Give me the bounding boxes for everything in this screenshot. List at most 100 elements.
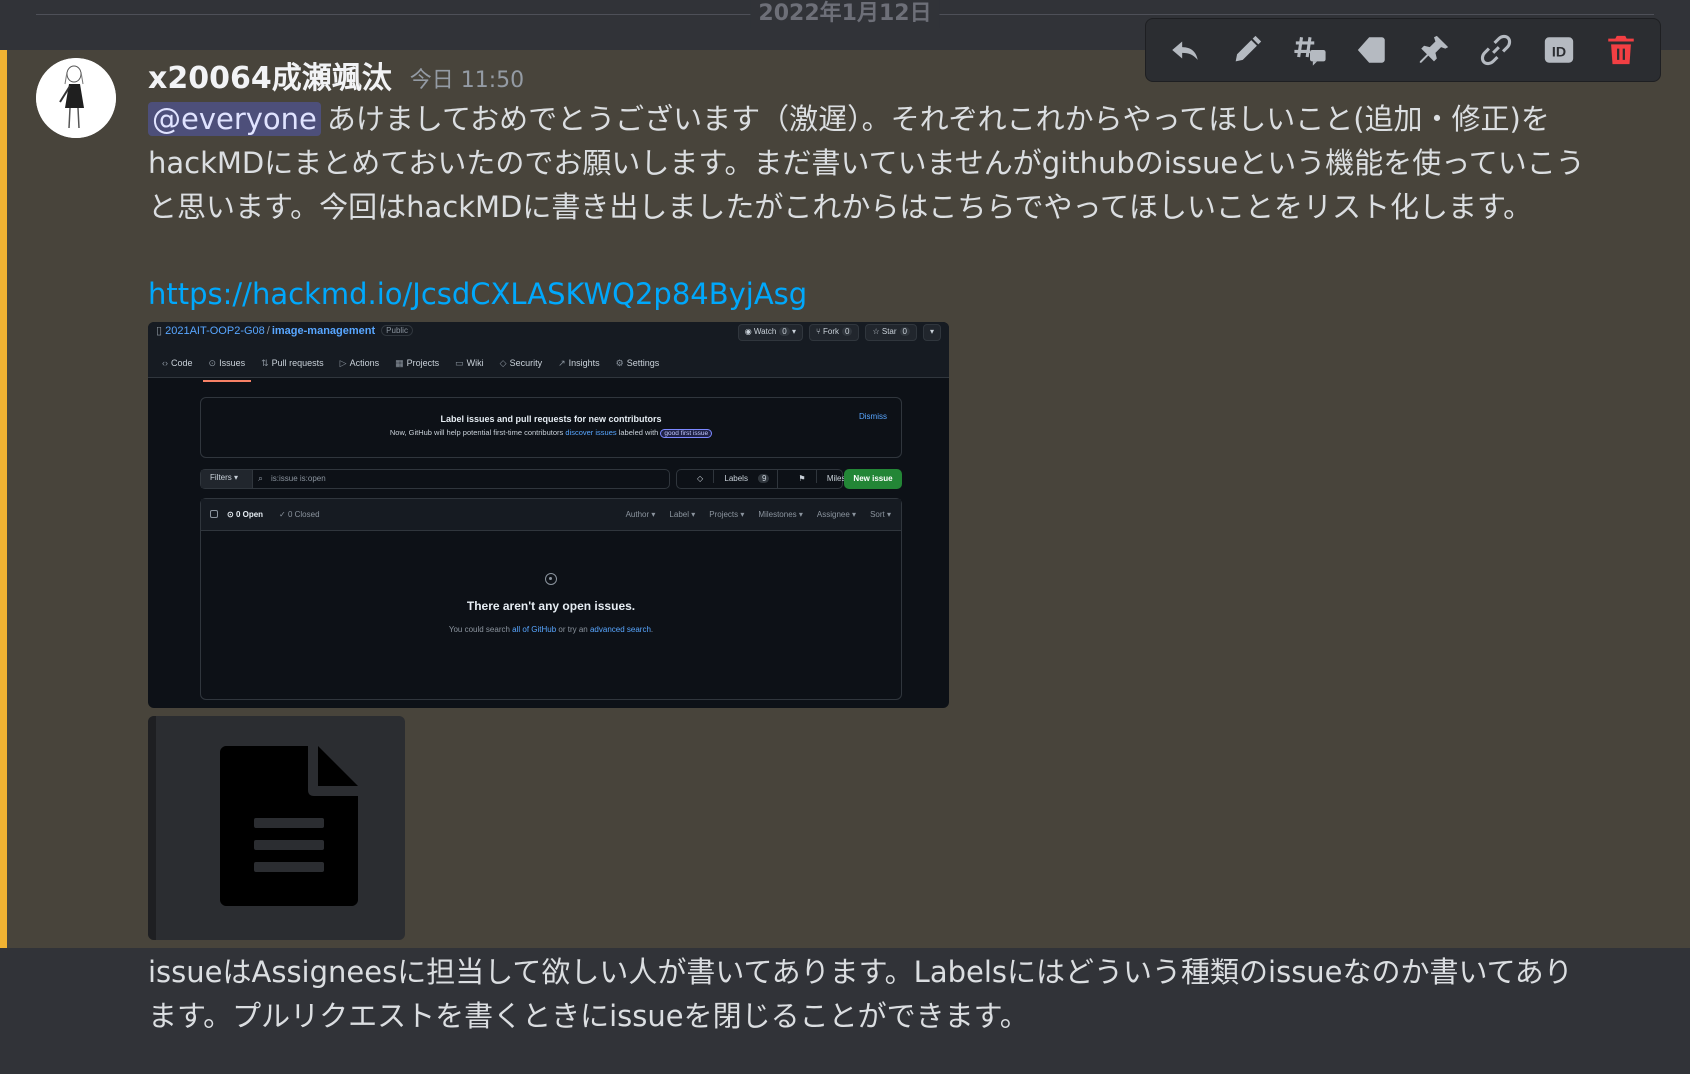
gh-fork-button: ⑂ Fork 0 (808, 324, 860, 341)
play-icon: ▷ (339, 358, 347, 368)
gh-banner-title: Label issues and pull requests for new c… (440, 414, 662, 424)
gh-labels-label: Labels (713, 470, 756, 483)
gh-label-filter: Label ▾ (669, 510, 696, 519)
date-label: 2022年1月12日 (750, 0, 940, 28)
gh-tab-actions: ▷ Actions (340, 358, 379, 377)
gh-tab-label: Wiki (466, 358, 484, 368)
gh-fork-label: Fork (823, 327, 839, 336)
gh-owner: 2021AIT-OOP2-G08 (165, 325, 265, 337)
pin-button[interactable] (1403, 22, 1465, 78)
gh-visibility-badge: Public (381, 325, 413, 336)
gh-dismiss-link: Dismiss (859, 412, 887, 421)
gh-tab-settings: ⚙ Settings (616, 358, 660, 377)
gh-banner-text-pre: Now, GitHub will help potential first-ti… (389, 428, 566, 437)
issue-icon: ⊙ (208, 358, 217, 368)
gh-empty-pre: You could search (448, 625, 513, 634)
add-tag-button[interactable] (1341, 22, 1403, 78)
eye-icon: ◉ (744, 327, 754, 336)
tag-outline-icon: ◇ (697, 474, 706, 483)
gh-tab-label: Security (509, 358, 543, 368)
gh-repo-tabs: ‹› Code ⊙ Issues ⇅ Pull requests ▷ Actions ▦… (162, 358, 660, 382)
gh-select-all-checkbox (210, 510, 218, 518)
star-icon: ☆ (872, 327, 882, 336)
gh-star-button: ☆ Star 0 (865, 324, 917, 341)
fork-icon: ⑂ (815, 327, 823, 336)
gh-all-github-link: all of GitHub (512, 625, 557, 634)
gh-good-first-issue-label: good first issue (660, 429, 713, 438)
table-icon: ▦ (395, 358, 404, 368)
create-thread-button[interactable] (1279, 22, 1341, 78)
code-icon: ‹› (162, 358, 168, 368)
gh-watch-count: 0 (779, 327, 790, 336)
gh-tab-label: Code (171, 358, 193, 368)
gh-closed-label: 0 Closed (287, 510, 320, 519)
gh-tab-pull-requests: ⇅ Pull requests (261, 358, 324, 377)
message-header: x20064成瀬颯汰 今日 11:50 (148, 54, 524, 96)
gh-issue-list: ⊙ 0 Open ✓ 0 Closed Author ▾ Label ▾ Pro… (200, 498, 902, 700)
gh-tab-code: ‹› Code (162, 358, 193, 377)
gh-filter-label: Milestones (758, 510, 797, 519)
repo-icon: ▯ (156, 325, 166, 337)
gh-empty-title: There aren't any open issues. (466, 599, 636, 613)
gh-open-label: 0 Open (235, 510, 264, 519)
gh-tab-label: Insights (568, 358, 600, 368)
message-timestamp[interactable]: 今日 11:50 (410, 62, 524, 94)
edit-icon (1236, 35, 1262, 62)
gh-filter-label: Sort (870, 510, 885, 519)
id-label: ID (1552, 44, 1566, 60)
graph-icon: ↗ (558, 358, 566, 368)
tag-icon (1357, 37, 1385, 63)
gh-star-label: Star (881, 327, 897, 336)
copy-link-button[interactable] (1465, 22, 1527, 78)
gh-watch-button: ◉ Watch 0 ▾ (737, 324, 803, 341)
gh-empty-post: . (650, 625, 654, 634)
copy-id-button[interactable]: ID (1528, 22, 1590, 78)
gh-tab-label: Pull requests (271, 358, 324, 368)
gear-icon: ⚙ (615, 358, 624, 368)
check-icon: ✓ (279, 510, 288, 519)
gh-tab-issues: ⊙ Issues (202, 358, 251, 382)
gh-filters-button: Filters ▾ (201, 470, 253, 488)
avatar[interactable] (36, 58, 116, 138)
gh-labels-milestones: ◇ Labels9 ⚑ Milestones0 (676, 469, 887, 489)
milestone-icon: ⚑ (798, 474, 808, 483)
document-icon (220, 746, 358, 906)
attachment-edge (148, 716, 156, 940)
gh-filter-bar: Filters ▾ ⌕ is:issue is:open (200, 469, 670, 489)
gh-separator: / (266, 325, 270, 337)
file-attachment[interactable] (148, 716, 405, 940)
gh-repo-title: ▯ 2021AIT-OOP2-G08/image-management Publi… (156, 324, 413, 337)
gh-star-count: 0 (899, 327, 910, 336)
gh-filter-label: Assignee (816, 510, 850, 519)
gh-milestones-filter: Milestones ▾ (758, 510, 803, 519)
gh-tab-wiki: ▭ Wiki (455, 358, 484, 377)
github-issues-screenshot[interactable]: ▯ 2021AIT-OOP2-G08/image-management Publi… (148, 322, 949, 708)
delete-icon (1608, 35, 1634, 65)
author-name[interactable]: x20064成瀬颯汰 (148, 53, 392, 97)
book-icon: ▭ (455, 358, 464, 368)
gh-banner-text-mid: labeled with (616, 428, 661, 437)
pull-request-icon: ⇅ (261, 358, 269, 368)
hackmd-link[interactable]: https://hackmd.io/JcsdCXLASKWQ2p84ByjAsg (148, 273, 807, 315)
message-text: あけましておめでとうございます（激遅）。それぞれこれからやってほしいこと(追加・… (148, 102, 1585, 224)
gh-assignee-filter: Assignee ▾ (816, 510, 857, 519)
gh-labels-button: ◇ Labels 9 (677, 470, 777, 488)
gh-tab-projects: ▦ Projects (395, 358, 439, 377)
gh-labels-count: 9 (757, 474, 770, 483)
gh-advanced-search-link: advanced search (589, 625, 651, 634)
gh-repo-name: image-management (271, 325, 376, 337)
reply-button[interactable] (1154, 22, 1216, 78)
copy-id-icon: ID (1544, 37, 1573, 63)
everyone-mention[interactable]: @everyone (148, 102, 321, 136)
gh-repo-actions: ◉ Watch 0 ▾ ⑂ Fork 0 ☆ Star 0 ▾ (737, 324, 941, 341)
copy-link-icon (1481, 34, 1512, 66)
create-thread-icon (1294, 37, 1326, 66)
gh-empty-mid: or try an (556, 625, 590, 634)
gh-empty-text: You could search all of GitHub or try an… (201, 625, 901, 634)
gh-discover-link: discover issues (565, 428, 617, 437)
issue-open-icon: ⊙ (227, 510, 236, 519)
gh-projects-filter: Projects ▾ (709, 510, 745, 519)
edit-button[interactable] (1216, 22, 1278, 78)
gh-sort-filter: Sort ▾ (870, 510, 891, 519)
delete-button[interactable] (1590, 22, 1652, 78)
